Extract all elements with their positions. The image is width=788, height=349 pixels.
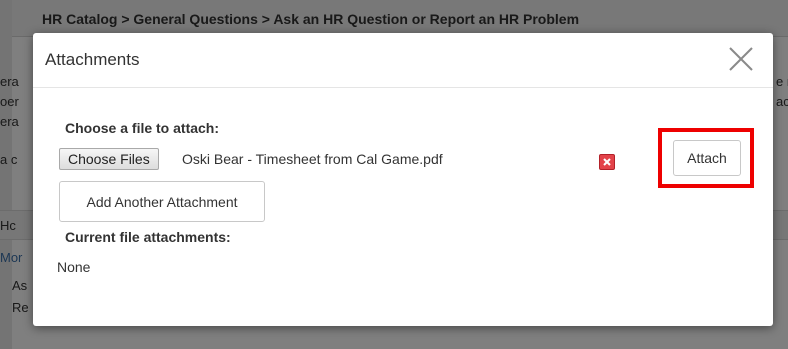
attachments-dialog: Attachments Choose a file to attach: Cho… (33, 33, 773, 326)
selected-file-name: Oski Bear - Timesheet from Cal Game.pdf (182, 151, 443, 167)
choose-files-button[interactable]: Choose Files (59, 148, 159, 170)
choose-file-label: Choose a file to attach: (65, 120, 220, 136)
add-another-attachment-button[interactable]: Add Another Attachment (59, 181, 265, 222)
current-attachments-value: None (57, 259, 91, 275)
current-attachments-label: Current file attachments: (65, 229, 231, 245)
close-icon[interactable] (727, 45, 755, 73)
dialog-header: Attachments (33, 33, 773, 88)
dialog-title: Attachments (45, 50, 140, 69)
remove-file-icon[interactable] (599, 154, 615, 170)
attach-button[interactable]: Attach (673, 140, 741, 176)
